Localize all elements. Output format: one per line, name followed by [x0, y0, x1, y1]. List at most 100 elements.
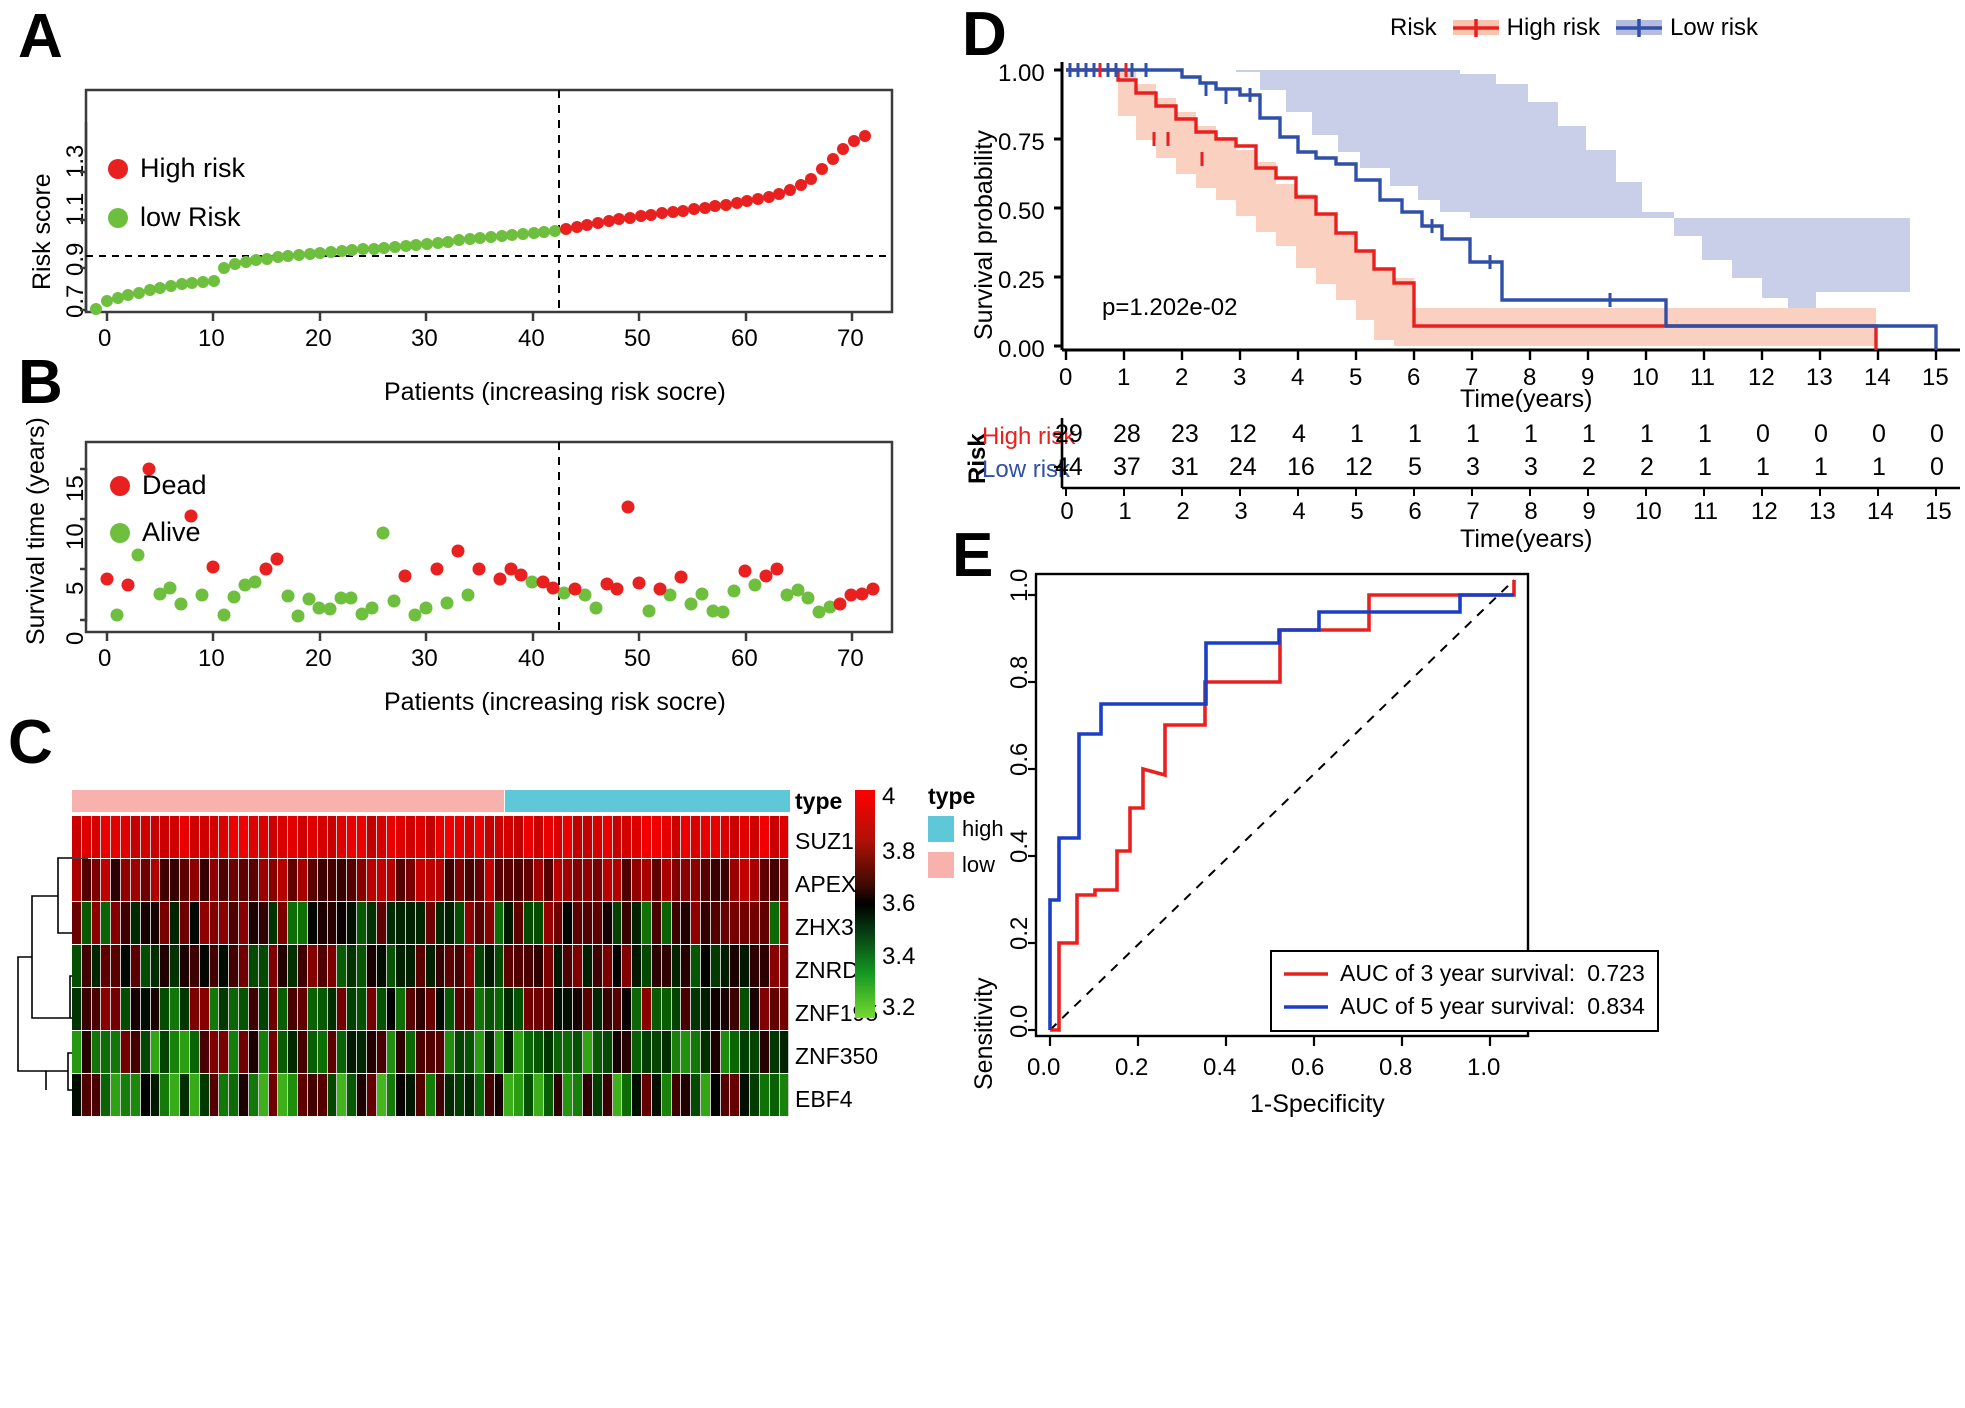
risk-table-cell: 15 [1925, 498, 1952, 525]
heatmap-cell [366, 1074, 377, 1116]
heatmap-cell [573, 859, 584, 901]
heatmap-cell [298, 1031, 308, 1073]
heatmap-cell [91, 816, 102, 858]
heatmap-cell [759, 859, 770, 901]
heatmap-cell [170, 1031, 181, 1073]
heatmap-cell [376, 988, 387, 1030]
heatmap-cell [121, 1031, 131, 1073]
heatmap-cell [199, 988, 210, 1030]
heatmap-cell [435, 902, 446, 944]
heatmap-cell [209, 859, 220, 901]
heatmap-cell [189, 1031, 200, 1073]
heatmap-cell [101, 1074, 112, 1116]
annotation-bar-label: type [795, 788, 843, 814]
heatmap-cell [307, 816, 318, 858]
high-risk-line-icon [1452, 19, 1499, 37]
heatmap-cell [592, 902, 603, 944]
heatmap-cell [730, 859, 741, 901]
heatmap-cell [622, 945, 633, 987]
panel-d-xtick-0: 0 [1059, 364, 1073, 391]
panel-b-legend-item-alive: Alive [110, 517, 207, 548]
panel-d-xtick-1: 1 [1117, 364, 1131, 391]
heatmap-cell [494, 1074, 505, 1116]
risk-table-cell: 0 [1930, 453, 1944, 481]
heatmap-cell [701, 988, 711, 1030]
risk-table-cell: 11 [1693, 498, 1718, 525]
panel-letter-a: A [18, 2, 63, 71]
panel-a-legend-item-low: low Risk [108, 202, 245, 233]
heatmap-cell [189, 902, 200, 944]
panel-b-legend-label-alive: Alive [142, 517, 201, 547]
heatmap-cell [150, 859, 161, 901]
heatmap-cell [347, 1074, 358, 1116]
heatmap-cell [121, 1074, 131, 1116]
heatmap-cell [288, 945, 299, 987]
heatmap-cell [268, 1074, 279, 1116]
panel-d-svg [1054, 62, 1960, 360]
heatmap-cell [396, 1031, 407, 1073]
heatmap-cell [435, 859, 446, 901]
heatmap-grid [72, 816, 790, 1116]
panel-e-svg [1028, 572, 1530, 1046]
heatmap-cell [130, 945, 141, 987]
risk-table-cell: 3 [1524, 453, 1538, 481]
annotation-high-segment [505, 790, 790, 812]
risk-table-xlabel: Time(years) [1460, 525, 1593, 553]
heatmap-cell [435, 1074, 446, 1116]
heatmap-cell [81, 902, 92, 944]
heatmap-cell [347, 816, 358, 858]
heatmap-cell [229, 902, 240, 944]
heatmap-cell [583, 988, 593, 1030]
risk-table-cell: 1 [1408, 420, 1422, 448]
heatmap-cell [514, 988, 525, 1030]
heatmap-cell [514, 1031, 525, 1073]
heatmap-cell [415, 902, 426, 944]
panel-e-xtick-1: 0.2 [1115, 1054, 1149, 1081]
heatmap-cell [494, 945, 505, 987]
heatmap-cell [317, 988, 328, 1030]
heatmap-cell [396, 945, 407, 987]
heatmap-cell [592, 1031, 603, 1073]
panel-letter-c: C [8, 708, 53, 777]
heatmap-cell [514, 945, 525, 987]
heatmap-cell [278, 816, 289, 858]
heatmap-cell [632, 1074, 643, 1116]
heatmap-cell [248, 988, 259, 1030]
heatmap-cell [180, 816, 190, 858]
heatmap-cell [484, 1031, 495, 1073]
heatmap-cell [651, 1031, 662, 1073]
heatmap-cell [445, 1031, 456, 1073]
heatmap-cell [553, 945, 564, 987]
heatmap-cell [307, 988, 318, 1030]
gene-label-znf350: ZNF350 [795, 1043, 879, 1069]
heatmap-cell [769, 1031, 780, 1073]
heatmap-cell [347, 859, 358, 901]
heatmap-cell [671, 1074, 682, 1116]
heatmap-cell [612, 1031, 623, 1073]
heatmap-cell [239, 902, 249, 944]
heatmap-cell [484, 945, 495, 987]
heatmap-cell [307, 945, 318, 987]
heatmap-cell [553, 988, 564, 1030]
heatmap-cell [180, 1031, 190, 1073]
heatmap-cell [406, 1074, 416, 1116]
heatmap-cell [180, 945, 190, 987]
risk-table-cell: 1 [1582, 420, 1596, 448]
heatmap-cell [425, 859, 436, 901]
heatmap-cell [140, 1031, 151, 1073]
heatmap-cell [150, 988, 161, 1030]
heatmap-cell [445, 859, 456, 901]
panel-b-xtick-7: 70 [837, 645, 864, 672]
heatmap-cell [111, 816, 122, 858]
heatmap-cell [180, 859, 190, 901]
risk-table-cell: 5 [1350, 498, 1364, 525]
heatmap-cell [219, 1074, 230, 1116]
risk-table-cell: 12 [1229, 420, 1257, 448]
heatmap-cell [101, 1031, 112, 1073]
heatmap-cell [612, 988, 623, 1030]
heatmap-cell [347, 902, 358, 944]
heatmap-cell [642, 988, 652, 1030]
risk-table-cell: 1 [1118, 498, 1132, 525]
panel-d-xtick-4: 4 [1291, 364, 1305, 391]
heatmap-cell [111, 859, 122, 901]
